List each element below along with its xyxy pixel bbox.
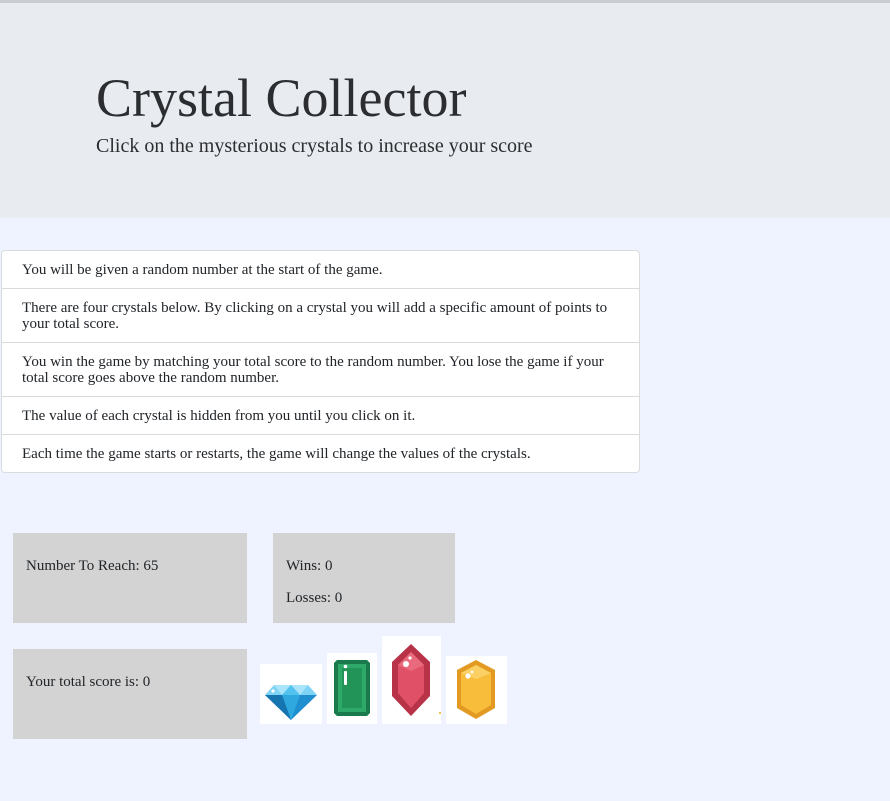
red-ruby-crystal-button[interactable] xyxy=(382,636,441,724)
yellow-topaz-icon xyxy=(457,660,495,719)
stats-panel: Wins: 0 Losses: 0 xyxy=(273,533,455,623)
total-score-panel: Your total score is: 0 xyxy=(13,649,247,739)
losses-counter: Losses: 0 xyxy=(286,590,343,606)
rules-list-item: Each time the game starts or restarts, t… xyxy=(2,434,639,472)
rules-list-item: You win the game by matching your total … xyxy=(2,342,639,396)
target-number-panel: Number To Reach: 65 xyxy=(13,533,247,623)
rules-list: You will be given a random number at the… xyxy=(1,250,640,473)
page-title: Crystal Collector xyxy=(96,68,467,128)
green-emerald-crystal-button[interactable] xyxy=(327,653,377,724)
target-number-text: Number To Reach: 65 xyxy=(26,558,159,574)
page-subtitle: Click on the mysterious crystals to incr… xyxy=(96,135,533,157)
rules-list-item: You will be given a random number at the… xyxy=(22,262,383,278)
red-ruby-icon xyxy=(392,644,441,716)
rules-list-item: There are four crystals below. By clicki… xyxy=(2,288,639,342)
rules-list-item: The value of each crystal is hidden from… xyxy=(2,396,639,434)
total-score-text: Your total score is: 0 xyxy=(26,674,151,690)
wins-counter: Wins: 0 xyxy=(286,558,333,574)
blue-diamond-crystal-button[interactable] xyxy=(260,664,322,724)
green-emerald-icon xyxy=(334,660,370,716)
jumbotron-header: Crystal Collector Click on the mysteriou… xyxy=(0,3,890,218)
yellow-topaz-crystal-button[interactable] xyxy=(446,656,507,724)
blue-diamond-icon xyxy=(265,685,317,720)
